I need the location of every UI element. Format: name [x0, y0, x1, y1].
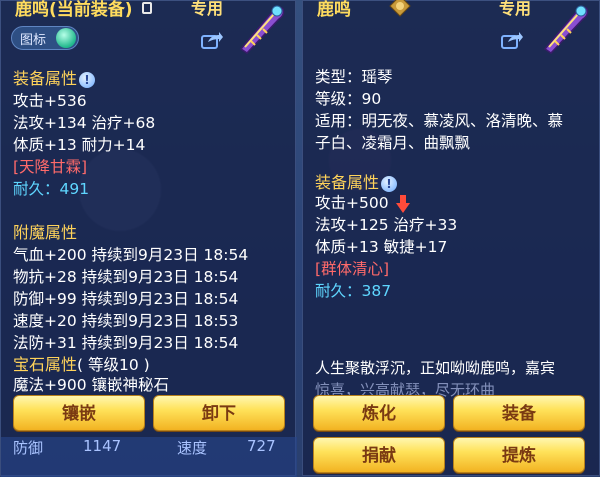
durability: 耐久：387: [315, 282, 392, 300]
attr-line: 体质+13 敏捷+17: [315, 238, 448, 256]
special-skill: [天降甘霖]: [13, 158, 88, 176]
item-title: 鹿鸣: [317, 0, 351, 20]
equip-button[interactable]: 装备: [453, 395, 585, 431]
attr-line: 攻击+500: [315, 191, 410, 213]
gem-line: 魔法+900 镶嵌神秘石: [13, 376, 169, 394]
extract-button[interactable]: 提炼: [453, 437, 585, 473]
inlay-button[interactable]: 镶嵌: [13, 395, 145, 431]
gem-header: 宝石属性( 等级10 ): [13, 355, 150, 374]
attr-line: 体质+13 耐力+14: [13, 136, 146, 154]
toggle-knob-icon: [56, 28, 76, 48]
qin-item-icon: [239, 5, 285, 54]
info-icon[interactable]: !: [381, 175, 398, 192]
durability: 耐久：491: [13, 180, 90, 198]
equip-attr-header: 装备属性!: [13, 65, 96, 89]
unequip-button[interactable]: 卸下: [153, 395, 285, 431]
down-arrow-icon: [395, 194, 410, 213]
item-description: 人生聚散浮沉，正如呦呦鹿鸣，嘉宾: [315, 359, 556, 377]
item-type: 类型：瑶琴: [315, 68, 393, 86]
item-title: 鹿鸣(当前装备): [15, 0, 153, 20]
share-icon[interactable]: [501, 31, 523, 49]
current-equipment-panel: 鹿鸣(当前装备) 专用 图标 装备属性! 攻击+536 法攻+134 治疗+68…: [0, 0, 297, 477]
enchant-line: 速度+20 持续到9月23日 18:53: [13, 312, 239, 330]
item-usage-cont: 子白、凌霜月、曲飘飘: [315, 134, 471, 152]
item-usage: 适用：明无夜、慕凌风、洛清晚、慕: [315, 112, 564, 130]
donate-button[interactable]: 捐献: [313, 437, 445, 473]
compare-equipment-panel: 鹿鸣 专用 类型：瑶琴 等级：90 适用：明无夜、慕凌风、洛清晚、慕 子白、凌霜…: [302, 0, 600, 476]
enchant-line: 防御+99 持续到9月23日 18:54: [13, 290, 239, 308]
attr-line: 法攻+125 治疗+33: [315, 216, 458, 234]
enchant-line: 法防+31 持续到9月23日 18:54: [13, 334, 239, 352]
exclusive-tag: 专用: [499, 0, 532, 18]
enchant-line: 气血+200 持续到9月23日 18:54: [13, 246, 249, 264]
share-icon[interactable]: [201, 31, 223, 49]
refine-button[interactable]: 炼化: [313, 395, 445, 431]
stat-strip: 防御 1147 速度 727: [1, 437, 297, 477]
qin-item-icon: [543, 5, 589, 54]
special-skill: [群体清心]: [315, 260, 390, 278]
attr-line: 法攻+134 治疗+68: [13, 114, 156, 132]
equip-attr-header: 装备属性!: [315, 169, 398, 193]
icon-toggle[interactable]: 图标: [11, 26, 79, 50]
seal-icon: [389, 0, 411, 17]
enchant-header: 附魔属性: [13, 223, 78, 242]
item-level: 等级：90: [315, 90, 382, 108]
lock-icon[interactable]: [142, 2, 153, 14]
attr-line: 攻击+536: [13, 92, 87, 110]
enchant-line: 物抗+28 持续到9月23日 18:54: [13, 268, 239, 286]
exclusive-tag: 专用: [191, 0, 224, 18]
info-icon[interactable]: !: [79, 71, 96, 88]
